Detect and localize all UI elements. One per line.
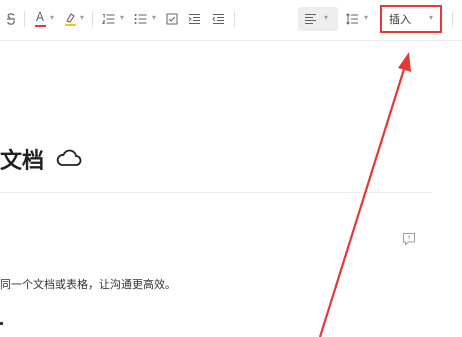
numbered-list-dropdown-icon[interactable]: ▾ [120,13,124,22]
font-color-dropdown-icon[interactable]: ▾ [50,13,54,22]
title-divider [0,192,432,193]
indent-increase-icon[interactable] [186,8,202,30]
align-dropdown-icon[interactable]: ▾ [324,13,328,22]
strikethrough-icon[interactable] [2,8,20,30]
indent-decrease-icon[interactable] [210,8,226,30]
insert-menu-button[interactable]: 插入 [389,11,411,27]
bullet-list-icon[interactable] [132,8,148,30]
highlight-dropdown-icon[interactable]: ▾ [80,13,84,22]
add-comment-icon[interactable] [402,231,416,250]
document-body-text[interactable]: 同一个文档或表格，让沟通更高效。 [0,276,176,292]
page-title[interactable]: 文档 [0,143,44,175]
cloud-sync-icon[interactable] [56,148,82,173]
bullet-list-dropdown-icon[interactable]: ▾ [152,13,156,22]
editor-toolbar: A ▾ ▾ ▾ ▾ ▾ ▾ 插入 ▾ [0,0,462,41]
numbered-list-icon[interactable] [100,8,116,30]
font-color-icon[interactable]: A [32,8,48,30]
document-title-row: 文档 [0,143,82,175]
insert-dropdown-icon[interactable]: ▾ [429,13,433,22]
align-icon[interactable] [302,8,318,30]
text-cursor-marker [0,322,3,325]
line-spacing-icon[interactable] [344,8,360,30]
line-spacing-dropdown-icon[interactable]: ▾ [364,13,368,22]
checklist-icon[interactable] [164,8,180,30]
highlight-icon[interactable] [62,8,78,30]
